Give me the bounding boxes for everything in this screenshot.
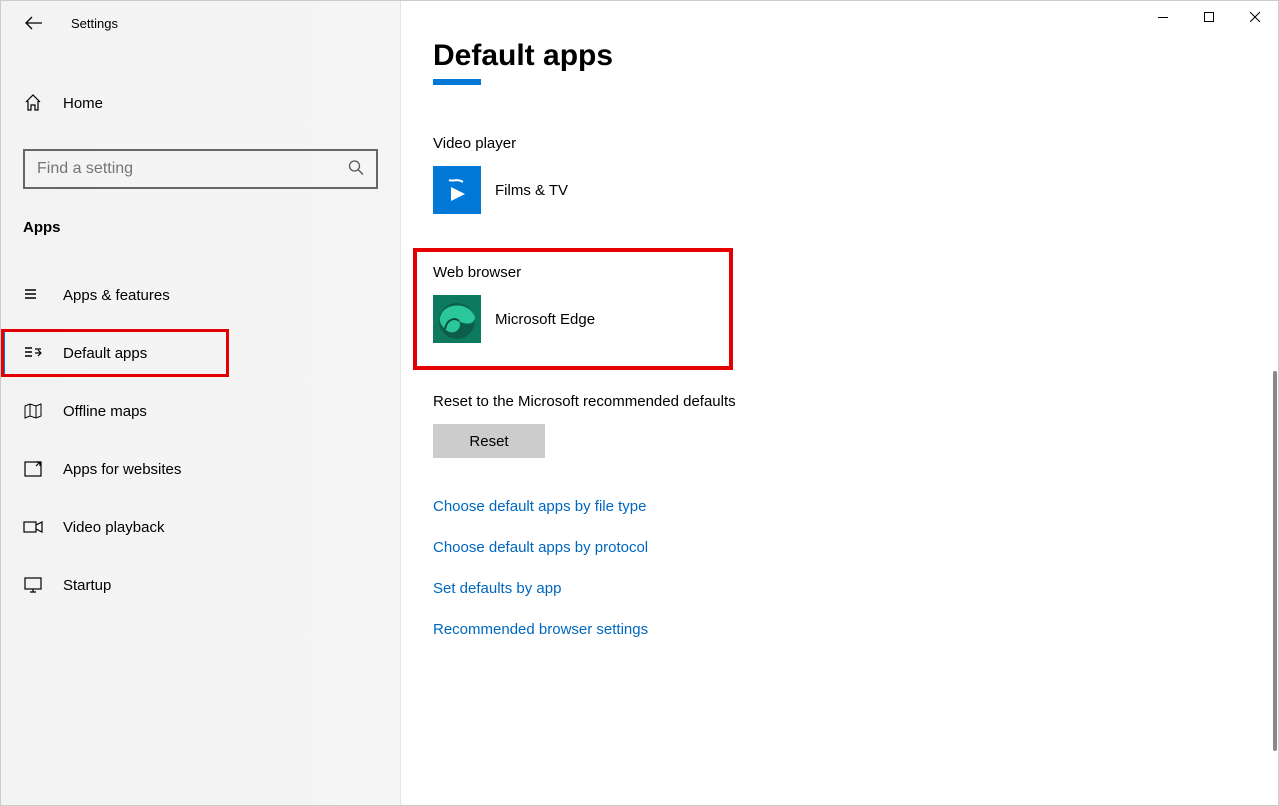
- films-tv-icon: [433, 166, 481, 214]
- search-input[interactable]: [23, 149, 378, 189]
- reset-description: Reset to the Microsoft recommended defau…: [433, 393, 1246, 410]
- reset-button[interactable]: Reset: [433, 424, 545, 458]
- edge-icon: [433, 295, 481, 343]
- link-protocol[interactable]: Choose default apps by protocol: [433, 539, 1246, 556]
- back-button[interactable]: [25, 14, 43, 32]
- link-by-app[interactable]: Set defaults by app: [433, 580, 1246, 597]
- apps-features-icon: [23, 285, 43, 305]
- home-icon: [23, 93, 43, 113]
- sidebar-home[interactable]: Home: [1, 75, 400, 131]
- window-controls: [1140, 1, 1278, 33]
- maximize-button[interactable]: [1186, 1, 1232, 33]
- close-button[interactable]: [1232, 1, 1278, 33]
- link-browser-settings[interactable]: Recommended browser settings: [433, 621, 1246, 638]
- sidebar-item-label: Apps & features: [63, 287, 170, 304]
- accent-bar: [433, 79, 481, 85]
- sidebar-item-label: Video playback: [63, 519, 164, 536]
- sidebar-item-label: Default apps: [63, 345, 147, 362]
- sidebar-item-offline-maps[interactable]: Offline maps: [1, 382, 400, 440]
- web-browser-app-name: Microsoft Edge: [495, 311, 595, 328]
- video-playback-icon: [23, 517, 43, 537]
- link-file-type[interactable]: Choose default apps by file type: [433, 498, 1246, 515]
- sidebar-item-video-playback[interactable]: Video playback: [1, 498, 400, 556]
- startup-icon: [23, 575, 43, 595]
- sidebar-item-apps-features[interactable]: Apps & features: [1, 266, 400, 324]
- offline-maps-icon: [23, 401, 43, 421]
- sidebar-item-label: Offline maps: [63, 403, 147, 420]
- sidebar: Settings Home Apps Apps & features: [1, 1, 401, 805]
- scrollbar-thumb[interactable]: [1273, 371, 1277, 751]
- sidebar-item-label: Startup: [63, 577, 111, 594]
- sidebar-item-startup[interactable]: Startup: [1, 556, 400, 614]
- sidebar-item-label: Apps for websites: [63, 461, 181, 478]
- video-player-label: Video player: [433, 135, 1246, 152]
- web-browser-label: Web browser: [433, 264, 1246, 281]
- video-player-app-tile[interactable]: Films & TV: [433, 166, 1246, 214]
- video-player-app-name: Films & TV: [495, 182, 568, 199]
- default-apps-icon: [23, 343, 43, 363]
- scrollbar[interactable]: [1270, 41, 1278, 805]
- home-label: Home: [63, 95, 103, 112]
- web-browser-app-tile[interactable]: Microsoft Edge: [433, 295, 1246, 343]
- sidebar-item-apps-websites[interactable]: Apps for websites: [1, 440, 400, 498]
- nav-list: Apps & features Default apps Offline map…: [1, 266, 400, 614]
- sidebar-section-label: Apps: [23, 219, 400, 236]
- apps-websites-icon: [23, 459, 43, 479]
- page-title: Default apps: [433, 39, 1246, 73]
- sidebar-item-default-apps[interactable]: Default apps: [1, 324, 400, 382]
- minimize-button[interactable]: [1140, 1, 1186, 33]
- window-title: Settings: [71, 16, 118, 31]
- main-content: Default apps Video player Films & TV Web…: [401, 1, 1278, 805]
